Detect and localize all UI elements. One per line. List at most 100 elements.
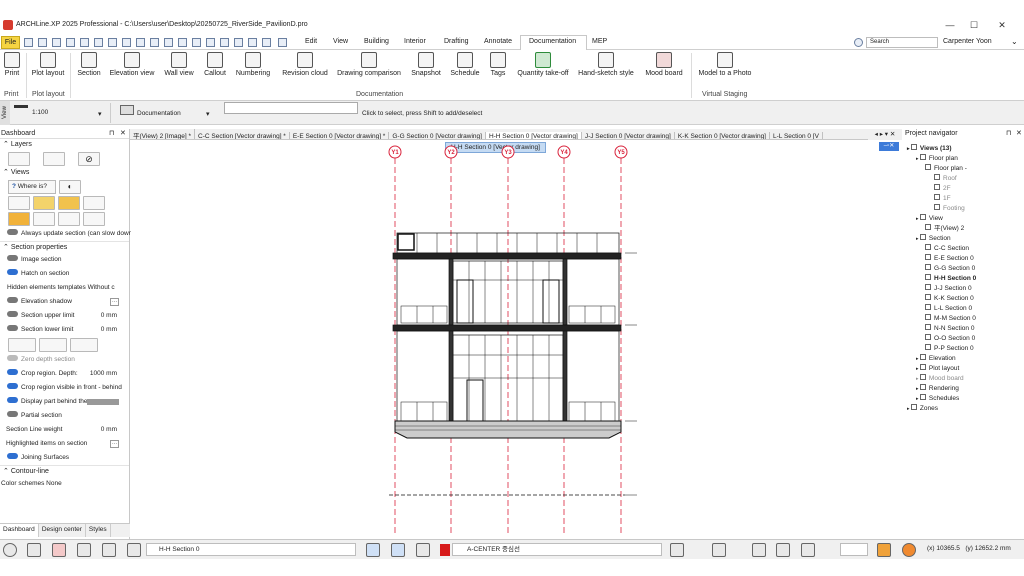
numbering-button[interactable]: Numbering <box>234 52 272 77</box>
add-icon[interactable] <box>262 38 271 47</box>
tab-drafting[interactable]: Drafting <box>444 38 469 45</box>
doc-tab-hh[interactable]: H-H Section 0 [Vector drawing] <box>485 132 582 139</box>
navigator-item[interactable]: ▸ View <box>907 214 1024 224</box>
more-options-icon[interactable]: ··· <box>110 298 119 306</box>
drawing-comparison-button[interactable]: Drawing comparison <box>336 52 402 77</box>
navigator-item[interactable]: Floor plan - <box>907 164 1024 174</box>
scale-value[interactable]: 1:100 <box>32 109 48 116</box>
hatch-on-section-toggle[interactable]: Hatch on section <box>0 267 129 281</box>
scale-dropdown-icon[interactable]: ▾ <box>98 110 102 118</box>
section-button[interactable]: Section <box>75 52 103 77</box>
doc-tab-ll[interactable]: L-L Section 0 [V <box>770 132 823 139</box>
file-menu-button[interactable]: File <box>1 36 20 49</box>
search-input[interactable]: Search <box>866 37 938 48</box>
snap-angle-icon[interactable] <box>77 543 91 557</box>
navigator-item[interactable]: ▸ Elevation <box>907 354 1024 364</box>
zoom-extents-icon[interactable] <box>33 212 55 226</box>
schedule-button[interactable]: Schedule <box>450 52 480 77</box>
layers-section[interactable]: ⌃ Layers <box>0 139 129 151</box>
always-update-toggle[interactable]: Always update section (can slow down <box>0 227 132 241</box>
grid-dots-icon[interactable] <box>27 543 41 557</box>
dimension-icon[interactable] <box>801 543 815 557</box>
navigator-item[interactable]: P-P Section 0 <box>907 344 1024 354</box>
tab-design-center[interactable]: Design center <box>39 524 86 537</box>
cut-line-icon[interactable] <box>8 338 36 352</box>
save-icon[interactable] <box>52 38 61 47</box>
contour-line-section[interactable]: ⌃ Contour-line <box>0 465 129 477</box>
measure-icon[interactable] <box>136 38 145 47</box>
paint-icon[interactable] <box>150 38 159 47</box>
view-cube-front-icon[interactable] <box>33 196 55 210</box>
user-account[interactable]: Carpenter Yoon <box>943 38 992 45</box>
select-icon[interactable] <box>164 38 173 47</box>
views-section[interactable]: ⌃ Views <box>0 167 129 179</box>
hidden-elements-select[interactable]: Hidden elements templates Without c <box>0 281 129 295</box>
mode-dropdown-icon[interactable]: ▾ <box>206 110 210 118</box>
cut-jog-icon[interactable] <box>70 338 98 352</box>
navigator-item[interactable]: O-O Section 0 <box>907 334 1024 344</box>
revision-cloud-button[interactable]: Revision cloud <box>281 52 329 77</box>
doc-tab-ee[interactable]: E-E Section 0 [Vector drawing] * <box>290 132 390 139</box>
open-folder-icon[interactable] <box>38 38 47 47</box>
tab-documentation[interactable]: Documentation <box>529 38 576 45</box>
callout-button[interactable]: Callout <box>202 52 228 77</box>
close-panel-icon[interactable]: ✕ <box>120 129 126 137</box>
navigator-item[interactable]: M-M Section 0 <box>907 314 1024 324</box>
zoom-out-icon[interactable] <box>83 212 105 226</box>
quantity-takeoff-button[interactable]: Quantity take-off <box>515 52 571 77</box>
view-cube-dark-icon[interactable] <box>83 196 105 210</box>
layer-stack-icon[interactable] <box>8 152 30 166</box>
tab-interior[interactable]: Interior <box>404 38 426 45</box>
partial-section-toggle[interactable]: Partial section <box>0 409 129 423</box>
view-orange-icon[interactable] <box>8 212 30 226</box>
mode-label[interactable]: Documentation <box>137 110 181 117</box>
line-weight-field[interactable]: Section Line weight 0 mm <box>0 423 129 437</box>
navigator-item[interactable]: ▸ Floor plan <box>907 154 1024 164</box>
tools-icon[interactable] <box>416 543 430 557</box>
pin-icon[interactable]: ⊓ <box>109 129 114 137</box>
elevation-view-button[interactable]: Elevation view <box>108 52 156 77</box>
new-file-icon[interactable] <box>24 38 33 47</box>
more-options-icon[interactable]: ··· <box>110 440 119 448</box>
material-icon[interactable] <box>877 543 891 557</box>
crop-depth-toggle[interactable]: Crop region. Depth: 1000 mm <box>0 367 129 381</box>
hatch-icon[interactable] <box>102 543 116 557</box>
dimension-icon[interactable] <box>178 38 187 47</box>
navigator-item[interactable]: J-J Section 0 <box>907 284 1024 294</box>
tab-edit[interactable]: Edit <box>305 38 317 45</box>
mood-board-button[interactable]: Mood board <box>643 52 685 77</box>
tab-building[interactable]: Building <box>364 38 389 45</box>
model-to-photo-button[interactable]: Model to a Photo <box>696 52 754 77</box>
print-button[interactable]: Print <box>2 52 22 77</box>
linetype-select[interactable]: A-CENTER 중심선 <box>452 543 662 556</box>
chevron-down-icon[interactable]: ⌄ <box>1011 37 1020 46</box>
arrow-down-icon[interactable] <box>391 543 405 557</box>
magnet-icon[interactable] <box>52 543 66 557</box>
redo-icon[interactable] <box>94 38 103 47</box>
zoom-in-icon[interactable] <box>58 212 80 226</box>
customize-icon[interactable] <box>278 38 287 47</box>
lower-limit-toggle[interactable]: Section lower limit 0 mm <box>0 323 129 337</box>
camera-icon[interactable] <box>776 543 790 557</box>
navigator-item[interactable]: H-H Section 0 <box>907 274 1024 284</box>
sun-icon[interactable] <box>902 543 916 557</box>
paste-icon[interactable] <box>122 38 131 47</box>
tags-button[interactable]: Tags <box>488 52 508 77</box>
navigator-item[interactable]: 平(View) 2 <box>907 224 1024 234</box>
navigator-item[interactable]: N-N Section 0 <box>907 324 1024 334</box>
color-picker-field[interactable] <box>840 543 868 556</box>
undo-icon[interactable] <box>80 38 89 47</box>
highlighted-items-field[interactable]: Highlighted items on section ··· <box>0 437 129 451</box>
pin-icon[interactable]: ⊓ <box>1006 129 1011 137</box>
offset-icon[interactable] <box>220 38 229 47</box>
close-panel-icon[interactable]: ✕ <box>1016 129 1022 137</box>
upper-limit-toggle[interactable]: Section upper limit 0 mm <box>0 309 129 323</box>
command-input[interactable] <box>224 102 358 114</box>
no-entry-icon[interactable]: ⊘ <box>78 152 100 166</box>
layer-box-icon[interactable] <box>127 543 141 557</box>
tab-dashboard[interactable]: Dashboard <box>0 524 39 537</box>
contrast-icon[interactable]: ◐ <box>59 180 81 194</box>
navigator-item[interactable]: Footing <box>907 204 1024 214</box>
help-icon[interactable] <box>854 38 863 47</box>
cut-offset-icon[interactable] <box>39 338 67 352</box>
